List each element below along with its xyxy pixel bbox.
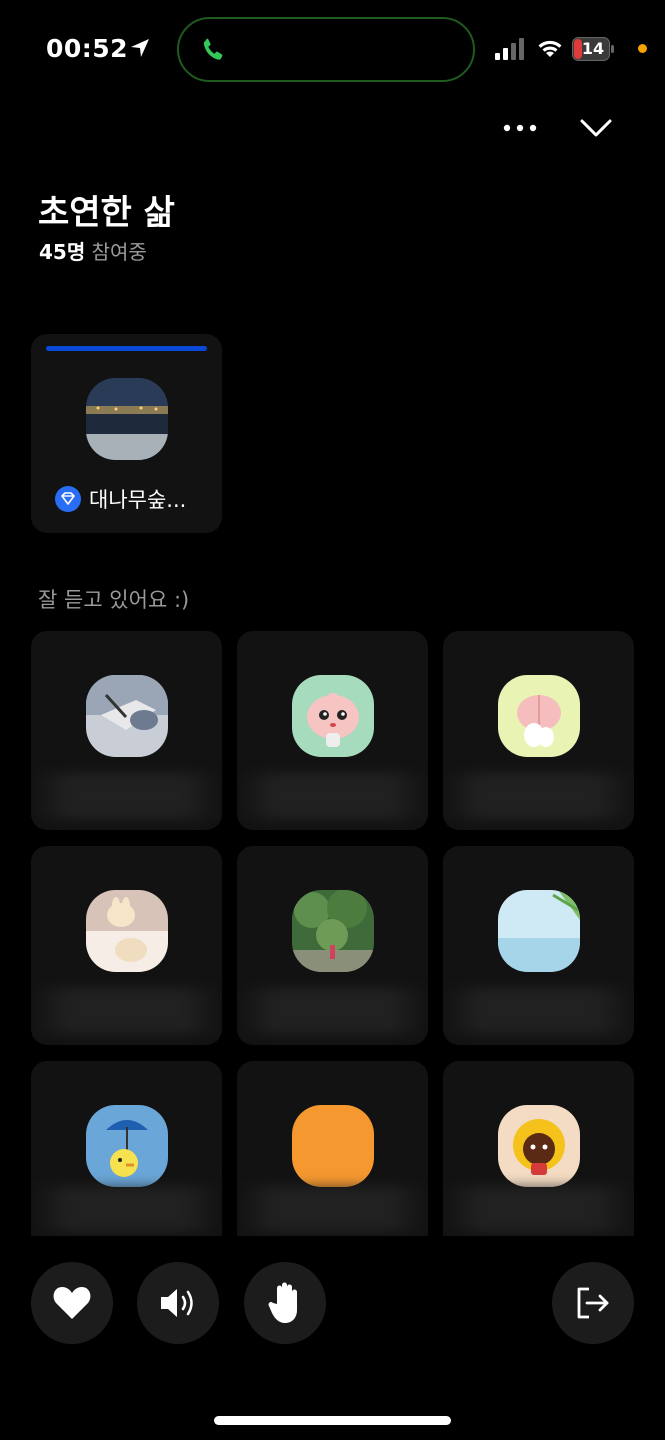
listener-tile[interactable] [31,631,222,830]
wifi-icon [538,40,562,57]
chevron-down-icon[interactable] [578,110,614,146]
participant-info: 45명 참여중 [39,236,147,265]
listener-avatar [498,675,580,757]
listener-avatar [86,1105,168,1187]
listener-name-blurred [31,988,222,1034]
leave-icon [577,1287,609,1319]
room-title: 초연한 삶 [38,193,175,233]
privacy-indicator-dot [638,44,647,53]
signal-icon [495,38,524,60]
dynamic-island-call[interactable] [177,17,475,82]
listener-avatar [86,890,168,972]
speaker-name: 대나무숲... [89,488,187,512]
listener-tile[interactable] [237,846,428,1045]
participant-status: 참여중 [91,240,147,264]
listener-name-blurred [31,773,222,819]
listener-name-blurred [237,1186,428,1232]
like-button[interactable] [31,1262,113,1344]
listener-tile[interactable] [443,846,634,1045]
speaker-toggle-button[interactable] [137,1262,219,1344]
listener-tile[interactable] [31,1061,222,1236]
raise-hand-button[interactable] [244,1262,326,1344]
more-options-button[interactable] [500,114,540,142]
host-diamond-icon [55,486,81,512]
status-bar: 00:52 14 [0,0,665,100]
listeners-section-label: 잘 듣고 있어요 :) [38,588,190,612]
speaker-name-row: 대나무숲... [55,484,212,514]
location-arrow-icon [131,39,149,57]
listener-tile[interactable] [443,1061,634,1236]
leave-room-button[interactable] [552,1262,634,1344]
listener-name-blurred [31,1186,222,1232]
listener-name-blurred [443,1186,634,1232]
listener-name-blurred [443,773,634,819]
listener-tile[interactable] [237,1061,428,1236]
home-indicator [214,1416,451,1425]
speaking-indicator [46,346,207,351]
listener-tile[interactable] [237,631,428,830]
listener-tile[interactable] [443,631,634,830]
battery-level: 14 [581,39,605,58]
listener-avatar [498,890,580,972]
listener-name-blurred [237,988,428,1034]
listener-avatar [292,890,374,972]
speaker-avatar [86,378,168,460]
listener-avatar [292,675,374,757]
speaker-icon [161,1289,193,1317]
listener-name-blurred [443,988,634,1034]
listener-avatar [292,1105,374,1187]
listener-name-blurred [237,773,428,819]
participant-count: 45명 [39,240,86,264]
hand-icon [268,1282,297,1323]
speaker-tile[interactable]: 대나무숲... [31,334,222,533]
phone-call-icon [203,38,223,60]
listener-tile[interactable] [31,846,222,1045]
listener-avatar [498,1105,580,1187]
status-time: 00:52 [46,34,129,63]
listener-avatar [86,675,168,757]
heart-icon [53,1287,91,1319]
